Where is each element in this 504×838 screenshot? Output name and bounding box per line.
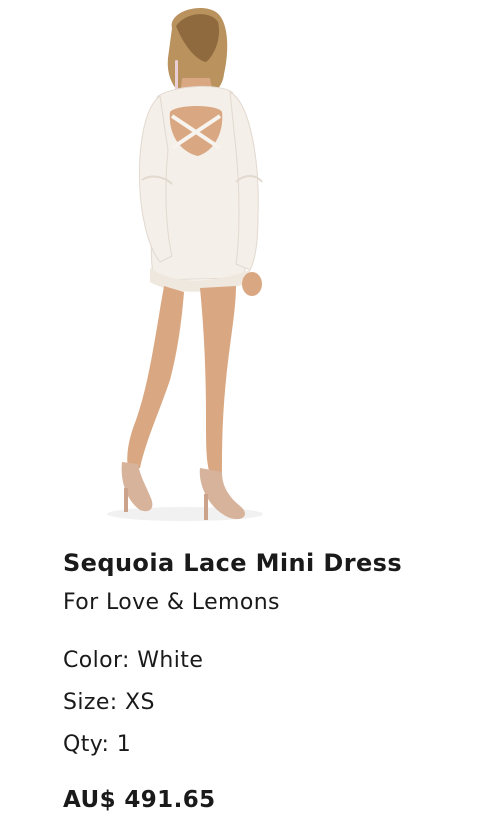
qty-value: 1 [116,732,132,757]
product-brand[interactable]: For Love & Lemons [63,586,493,620]
product-details: Sequoia Lace Mini Dress For Love & Lemon… [63,546,493,817]
product-image[interactable] [0,0,504,530]
qty-label: Qty: [63,732,110,757]
product-photo [0,0,504,530]
size-value: XS [124,690,155,715]
color-value: White [137,648,204,673]
color-label: Color: [63,648,130,673]
product-attributes: Color: White Size: XS Qty: 1 [63,640,493,766]
size-label: Size: [63,690,118,715]
quantity-attribute: Qty: 1 [63,724,493,766]
size-attribute: Size: XS [63,682,493,724]
product-price: AU$ 491.65 [63,787,216,813]
color-attribute: Color: White [63,640,493,682]
product-name[interactable]: Sequoia Lace Mini Dress [63,546,493,580]
